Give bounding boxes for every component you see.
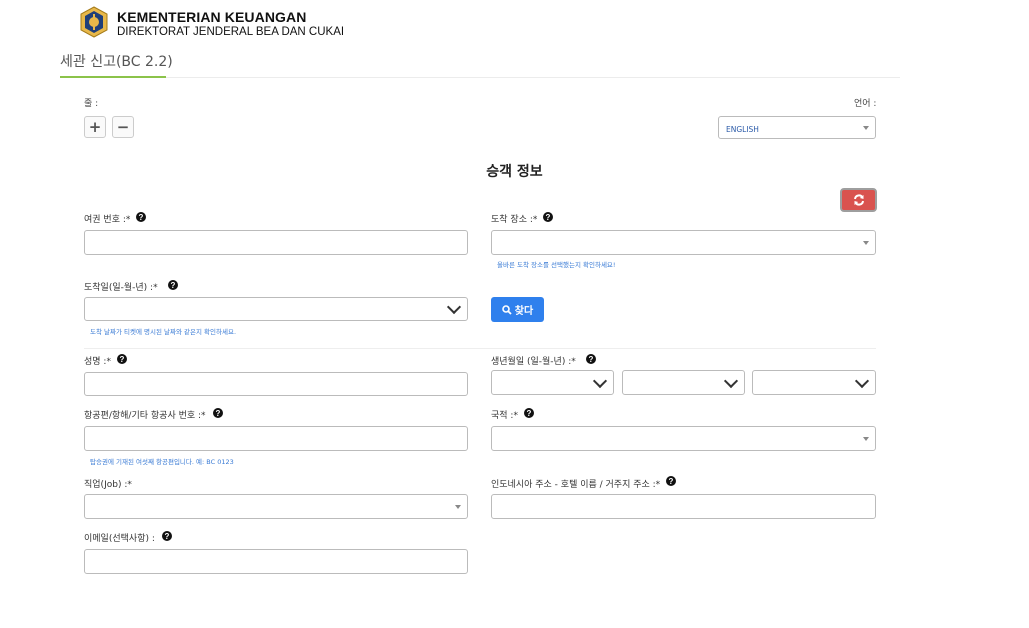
language-select[interactable]: ENGLISH [718,116,876,139]
chevron-down-icon [446,299,462,315]
help-icon[interactable]: ? [543,212,553,222]
tab-customs-declaration[interactable]: 세관 신고(BC 2.2) [60,51,173,71]
chevron-down-icon [863,240,869,245]
job-label: 직업(Job) :* [84,480,132,490]
chevron-down-icon [863,436,869,441]
plus-icon: + [88,117,102,136]
dob-label: 생년월일 (일-월-년) :* [491,357,576,367]
chevron-down-icon [723,373,739,388]
nationality-label: 국적 :* [491,411,518,421]
help-icon[interactable]: ? [213,408,223,418]
chevron-down-icon [854,373,870,388]
address-label: 인도네시아 주소 - 호텔 이름 / 거주지 주소 :* [491,480,661,490]
help-icon[interactable]: ? [117,354,127,364]
kemenkeu-logo [78,6,110,38]
help-icon[interactable]: ? [524,408,534,418]
job-select[interactable] [84,494,468,519]
help-icon[interactable]: ? [168,280,178,290]
flight-hint: 탑승권에 기재된 여섯째 항공편입니다. 예: BC 0123 [90,458,234,466]
arrival-place-label: 도착 장소 :* [491,215,538,225]
section-title: 승객 정보 [486,164,543,180]
search-button-label: 찾다 [514,306,534,317]
search-icon [501,304,512,315]
name-input[interactable] [84,372,468,396]
help-icon[interactable]: ? [666,476,676,486]
address-input[interactable] [491,494,876,519]
chevron-down-icon [455,504,461,509]
arrival-place-select[interactable] [491,230,876,255]
refresh-icon [853,194,864,206]
row-label: 줄 : [84,99,99,109]
help-icon[interactable]: ? [136,212,146,222]
org-name: KEMENTERIAN KEUANGAN [117,9,307,25]
flight-label: 항공편/항해/기타 항공사 번호 :* [84,411,206,421]
search-button[interactable]: 찾다 [491,297,544,322]
arrival-date-label: 도착일(일-월-년) :* [84,283,158,293]
form-divider [84,348,876,349]
name-label: 성명 :* [84,357,111,367]
help-icon[interactable]: ? [162,531,172,541]
org-subtitle: DIREKTORAT JENDERAL BEA DAN CUKAI [117,26,345,38]
chevron-down-icon [863,125,869,130]
passport-input[interactable] [84,230,468,255]
tab-divider [60,77,900,78]
minus-icon: − [116,117,130,136]
language-label: 언어 : [854,99,877,109]
passport-label: 여권 번호 :* [84,215,131,225]
email-label: 이메일(선택사항) : [84,534,155,544]
dob-year-select[interactable] [752,370,876,395]
language-value: ENGLISH [726,125,759,134]
refresh-button[interactable] [840,188,877,212]
arrival-date-select[interactable] [84,297,468,321]
dob-month-select[interactable] [622,370,745,395]
nationality-select[interactable] [491,426,876,451]
help-icon[interactable]: ? [586,354,596,364]
remove-row-button[interactable]: − [112,116,134,138]
dob-day-select[interactable] [491,370,614,395]
chevron-down-icon [592,373,608,388]
add-row-button[interactable]: + [84,116,106,138]
email-input[interactable] [84,549,468,574]
flight-input[interactable] [84,426,468,451]
active-tab-indicator [60,76,166,78]
arrival-date-hint: 도착 날짜가 티켓에 명시된 날짜와 같은지 확인하세요. [90,328,237,336]
arrival-place-hint: 올바른 도착 장소를 선택했는지 확인하세요! [497,261,616,269]
